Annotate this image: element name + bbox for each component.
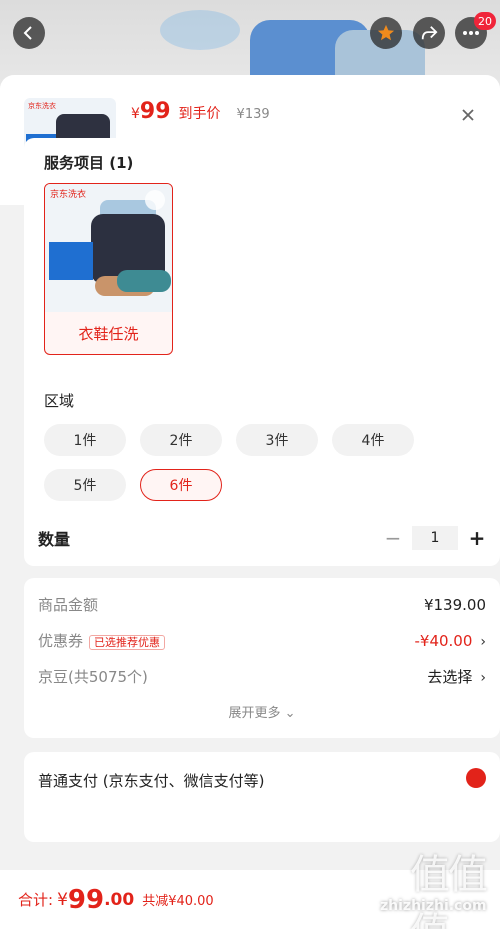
service-card: 服务项目 (1) 京东洗衣 衣鞋任洗 区域 1件 2件 3件 4件 5件 6件 … — [24, 138, 500, 566]
beans-row[interactable]: 京豆(共5075个) 去选择 › — [38, 666, 486, 687]
final-price: 99 — [139, 99, 171, 124]
price-currency: ¥ — [131, 106, 140, 122]
region-title: 区域 — [44, 392, 75, 410]
increment-button[interactable]: + — [466, 526, 488, 550]
region-option-5[interactable]: 5件 — [44, 469, 126, 501]
payment-title: 普通支付 (京东支付、微信支付等) — [38, 772, 265, 790]
shoe-shape-2 — [117, 270, 171, 292]
chevron-right-icon: › — [480, 633, 486, 650]
total-currency: ¥ — [57, 889, 68, 910]
price-line: ¥99 到手价 ¥139 — [131, 99, 270, 124]
close-button[interactable] — [458, 105, 478, 125]
total-decimal: .00 — [104, 889, 135, 910]
service-option-selected[interactable]: 京东洗衣 衣鞋任洗 — [44, 183, 173, 355]
total-label: 合计: — [18, 891, 54, 909]
goods-amount-label: 商品金额 — [38, 596, 99, 614]
chevron-left-icon — [23, 26, 32, 40]
quantity-label: 数量 — [38, 530, 71, 549]
coupon-label: 优惠券 — [38, 632, 84, 650]
region-option-2[interactable]: 2件 — [140, 424, 222, 456]
thumb-logo: 京东洗衣 — [28, 102, 56, 110]
region-option-1[interactable]: 1件 — [44, 424, 126, 456]
payment-card[interactable]: 普通支付 (京东支付、微信支付等) — [24, 752, 500, 842]
beans-label: 京豆(共5075个) — [38, 668, 148, 686]
chevron-right-icon: › — [480, 670, 486, 686]
favorite-button[interactable] — [370, 17, 402, 49]
original-price: ¥139 — [236, 107, 270, 122]
service-option-label: 衣鞋任洗 — [78, 324, 139, 343]
total-integer: 99 — [67, 884, 105, 915]
more-dots-icon — [463, 31, 479, 35]
decrement-button[interactable]: − — [382, 526, 404, 550]
region-option-6[interactable]: 6件 — [140, 469, 222, 501]
message-badge: 20 — [474, 12, 496, 30]
coupon-row[interactable]: 优惠券 已选推荐优惠 -¥40.00 › — [38, 630, 486, 651]
quantity-input[interactable]: 1 — [412, 526, 458, 550]
service-title: 服务项目 (1) — [44, 154, 134, 172]
share-button[interactable] — [413, 17, 445, 49]
quantity-stepper: − 1 + — [382, 526, 488, 550]
total-saved: 共减¥40.00 — [142, 894, 214, 909]
watermark-text: zhizhizhi.com — [380, 898, 487, 914]
zoom-icon[interactable] — [145, 190, 165, 210]
service-logo: 京东洗衣 — [50, 190, 87, 200]
price-tag: 到手价 — [178, 106, 221, 122]
quantity-row: 数量 − 1 + — [38, 526, 488, 550]
watermark-logo: 值值值 — [410, 852, 488, 929]
coupon-value: -¥40.00 — [414, 631, 473, 650]
region-option-3[interactable]: 3件 — [236, 424, 318, 456]
beans-value: 去选择 — [427, 668, 473, 686]
price-summary-card: 商品金额 ¥139.00 优惠券 已选推荐优惠 -¥40.00 › 京豆(共5075… — [24, 578, 500, 738]
coupon-tag: 已选推荐优惠 — [89, 635, 166, 650]
close-icon — [462, 109, 474, 121]
share-icon — [421, 26, 438, 40]
goods-amount-value: ¥139.00 — [423, 595, 486, 614]
star-icon — [377, 24, 395, 41]
back-button[interactable] — [13, 17, 45, 49]
expand-more-button[interactable]: 展开更多 ⌄ — [24, 702, 500, 721]
payment-radio[interactable] — [466, 768, 486, 788]
region-option-4[interactable]: 4件 — [332, 424, 414, 456]
promo-banner — [49, 242, 93, 280]
goods-amount-row: 商品金额 ¥139.00 — [38, 594, 486, 615]
water-splash — [160, 10, 240, 50]
